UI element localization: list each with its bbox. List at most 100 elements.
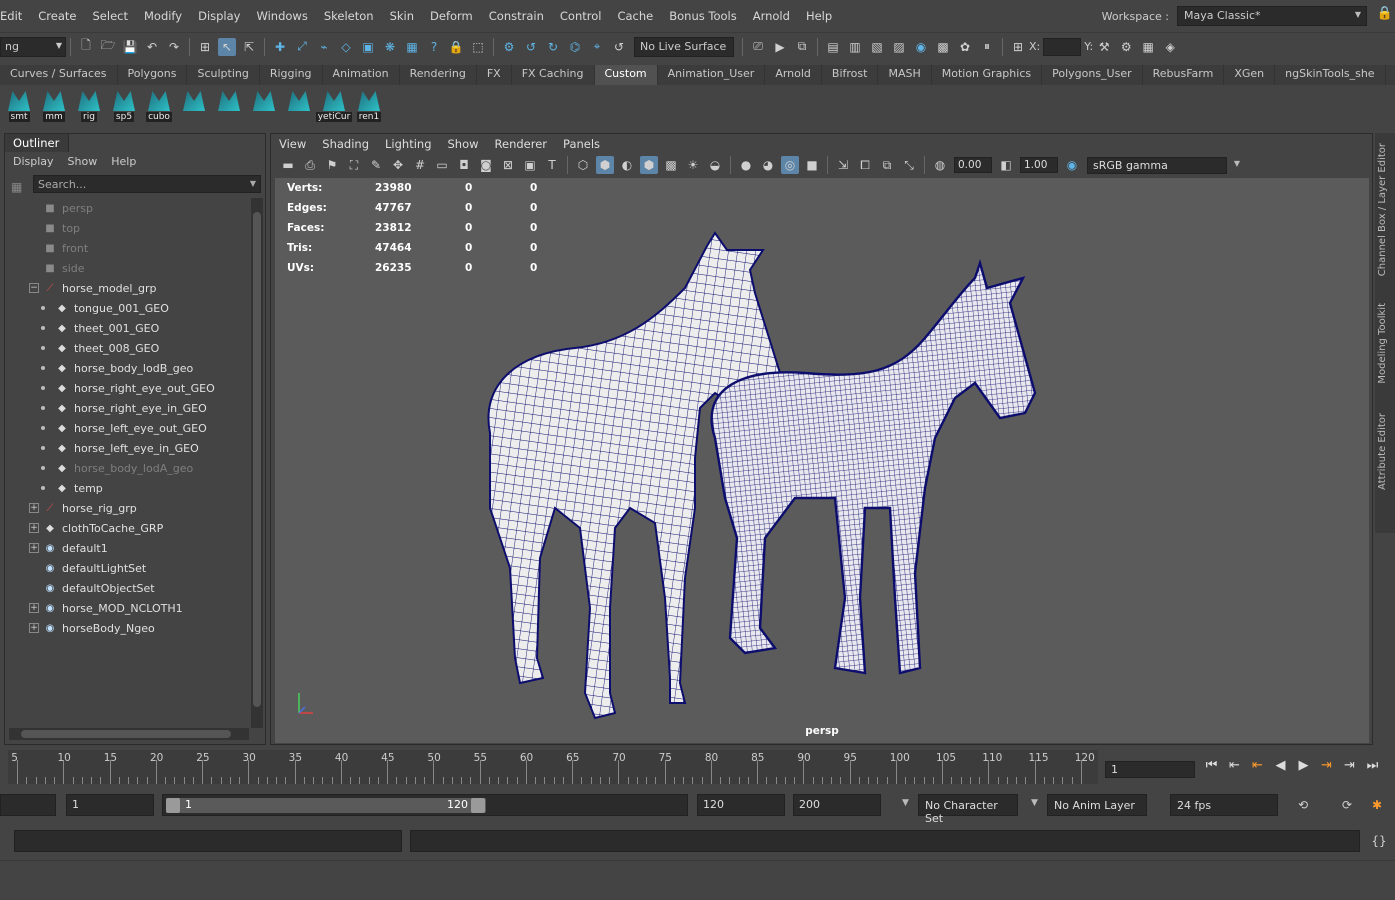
wireframe-icon[interactable]: ⬡ (574, 156, 592, 174)
select-object-icon[interactable]: ↖ (218, 37, 236, 56)
shelf-button-mm[interactable]: mm (39, 91, 69, 125)
redo-icon[interactable]: ↷ (165, 38, 183, 56)
shelf-tab-polygons-user[interactable]: Polygons_User (1042, 65, 1143, 85)
shelf-tab-custom[interactable]: Custom (594, 65, 658, 85)
menu-windows[interactable]: Windows (248, 9, 315, 23)
range-end-field[interactable]: 120 (697, 794, 785, 816)
shelf-tab-arnold[interactable]: Arnold (765, 65, 822, 85)
menu-edit[interactable]: Edit (0, 9, 30, 23)
outliner-item[interactable]: ◆ horse_body_lodA_geo (9, 458, 251, 478)
xray-icon[interactable]: ⧠ (856, 156, 874, 174)
shelf-tab-rigging[interactable]: Rigging (260, 65, 323, 85)
motion-blur-icon[interactable]: ◕ (759, 156, 777, 174)
isolate-select-icon[interactable]: ⇲ (834, 156, 852, 174)
shelf-tab-polygons[interactable]: Polygons (118, 65, 188, 85)
anim-layer-dropdown[interactable]: No Anim Layer (1047, 794, 1147, 816)
mel-command-input[interactable] (14, 830, 402, 852)
arnold-ipr-icon[interactable]: ▩ (934, 38, 952, 56)
x-field[interactable] (1043, 37, 1082, 56)
outliner-item[interactable]: ◆ horse_right_eye_out_GEO (9, 378, 251, 398)
shelf-button-smt[interactable]: smt (4, 91, 34, 125)
exposure-field[interactable]: 0.00 (954, 157, 992, 173)
viewport-3d-view[interactable]: Verts: 23980 0 0 Edges: 47767 0 0 Faces: 23812 0 0 T… (275, 178, 1369, 743)
viewport-menu-show[interactable]: Show (448, 137, 479, 151)
range-slider[interactable]: 1 120 (162, 794, 688, 816)
outliner-item[interactable]: − ⟋ horse_model_grp (9, 278, 251, 298)
range-start-handle[interactable] (166, 798, 180, 813)
shelf-button-rig[interactable]: rig (74, 91, 104, 125)
live-surface-field[interactable]: No Live Surface (634, 36, 734, 57)
time-ruler[interactable]: 5 10 15 20 25 30 35 40 45 50 55 60 65 70 75 80 85 90 95 100… (8, 750, 1098, 784)
gate-mask-icon[interactable]: ◙ (477, 156, 495, 174)
outliner-item[interactable]: ◆ temp (9, 478, 251, 498)
snap-projected-icon[interactable]: ◇ (337, 38, 355, 56)
expand-icon[interactable]: + (29, 603, 39, 613)
outliner-vertical-scrollbar[interactable] (251, 198, 263, 728)
viewport-menu-view[interactable]: View (279, 137, 306, 151)
shelf-tab-animation-user[interactable]: Animation_User (658, 65, 766, 85)
outliner-item[interactable]: ◉ defaultObjectSet (9, 578, 251, 598)
anim-end-field[interactable]: 200 (793, 794, 881, 816)
output-ops-icon[interactable]: ↻ (544, 38, 562, 56)
outliner-item[interactable]: ◆ horse_left_eye_in_GEO (9, 438, 251, 458)
open-scene-icon[interactable]: 🗁 (99, 38, 117, 56)
construction-dropdown-icon[interactable]: ↺ (610, 38, 628, 56)
outliner-item[interactable]: + ◆ clothToCache_GRP (9, 518, 251, 538)
shelf-tab-fx-caching[interactable]: FX Caching (512, 65, 595, 85)
outliner-item[interactable]: + ⟋ horse_rig_grp (9, 498, 251, 518)
script-editor-icon[interactable]: {} (1370, 832, 1388, 850)
outliner-item[interactable]: ■ top (9, 218, 251, 238)
exposure-icon[interactable]: ◍ (931, 156, 949, 174)
bookmark-icon[interactable]: ⚑ (323, 156, 341, 174)
new-scene-icon[interactable]: 🗋 (77, 38, 95, 56)
channel-box-icon[interactable]: ◈ (1161, 38, 1179, 56)
hypershade-icon[interactable]: ▥ (846, 38, 864, 56)
menu-display[interactable]: Display (190, 9, 248, 23)
image-plane-icon[interactable]: ⛶ (345, 156, 363, 174)
menu-help[interactable]: Help (798, 9, 840, 23)
default-material-icon[interactable]: ◐ (618, 156, 636, 174)
resolution-gate-icon[interactable]: ◘ (455, 156, 473, 174)
snap-live-icon[interactable]: ❋ (381, 38, 399, 56)
ipr-icon[interactable]: ▧ (868, 38, 886, 56)
render-flag-icon[interactable]: ✿ (956, 38, 974, 56)
safe-title-icon[interactable]: T (543, 156, 561, 174)
gamma-icon[interactable]: ◧ (997, 156, 1015, 174)
render-view-icon[interactable]: ⎚ (749, 38, 767, 56)
menu-cache[interactable]: Cache (609, 9, 661, 23)
step-back-key-icon[interactable]: ⇤ (1225, 758, 1244, 778)
grease-pencil-icon[interactable]: ✎ (367, 156, 385, 174)
step-forward-key-icon[interactable]: ⇥ (1340, 758, 1359, 778)
select-hierarchy-icon[interactable]: ⊞ (196, 38, 214, 56)
depth-of-field-icon[interactable]: ■ (803, 156, 821, 174)
expand-icon[interactable]: + (29, 523, 39, 533)
shelf-tab-ngskintools-she[interactable]: ngSkinTools_she (1275, 65, 1386, 85)
ipr-render-icon[interactable]: ⧉ (793, 38, 811, 56)
sidebar-toggle-icon[interactable]: ⚒ (1095, 38, 1113, 56)
grid-icon[interactable]: # (411, 156, 429, 174)
shelf-button-yeticur[interactable]: yetiCur (315, 91, 353, 125)
shelf-tab-rendering[interactable]: Rendering (400, 65, 477, 85)
play-backward-icon[interactable]: ◀ (1271, 758, 1290, 778)
outliner-item[interactable]: ◆ horse_right_eye_in_GEO (9, 398, 251, 418)
render-current-icon[interactable]: ▶ (771, 38, 789, 56)
lock-selection-icon[interactable]: 🔒 (447, 38, 465, 56)
snap-curve-icon[interactable]: ⤢ (293, 38, 311, 56)
viewport-menu-shading[interactable]: Shading (322, 137, 369, 151)
safe-action-icon[interactable]: ▣ (521, 156, 539, 174)
shelf-tab-rebusfarm[interactable]: RebusFarm (1143, 65, 1225, 85)
play-forward-icon[interactable]: ▶ (1294, 758, 1313, 778)
menu-create[interactable]: Create (30, 9, 84, 23)
save-scene-icon[interactable]: 💾 (121, 38, 139, 56)
film-gate-icon[interactable]: ▭ (433, 156, 451, 174)
render-settings-icon[interactable]: ▤ (824, 38, 842, 56)
gamma-field[interactable]: 1.00 (1020, 157, 1058, 173)
menu-control[interactable]: Control (552, 9, 610, 23)
snap-grid-icon[interactable]: ✚ (271, 38, 289, 56)
snap-view-plane-icon[interactable]: ▣ (359, 38, 377, 56)
select-component-icon[interactable]: ⇱ (240, 38, 258, 56)
expand-icon[interactable]: + (29, 543, 39, 553)
expand-icon[interactable]: + (29, 623, 39, 633)
screen-space-ao-icon[interactable]: ● (737, 156, 755, 174)
attribute-editor-icon[interactable]: ▦ (1139, 38, 1157, 56)
